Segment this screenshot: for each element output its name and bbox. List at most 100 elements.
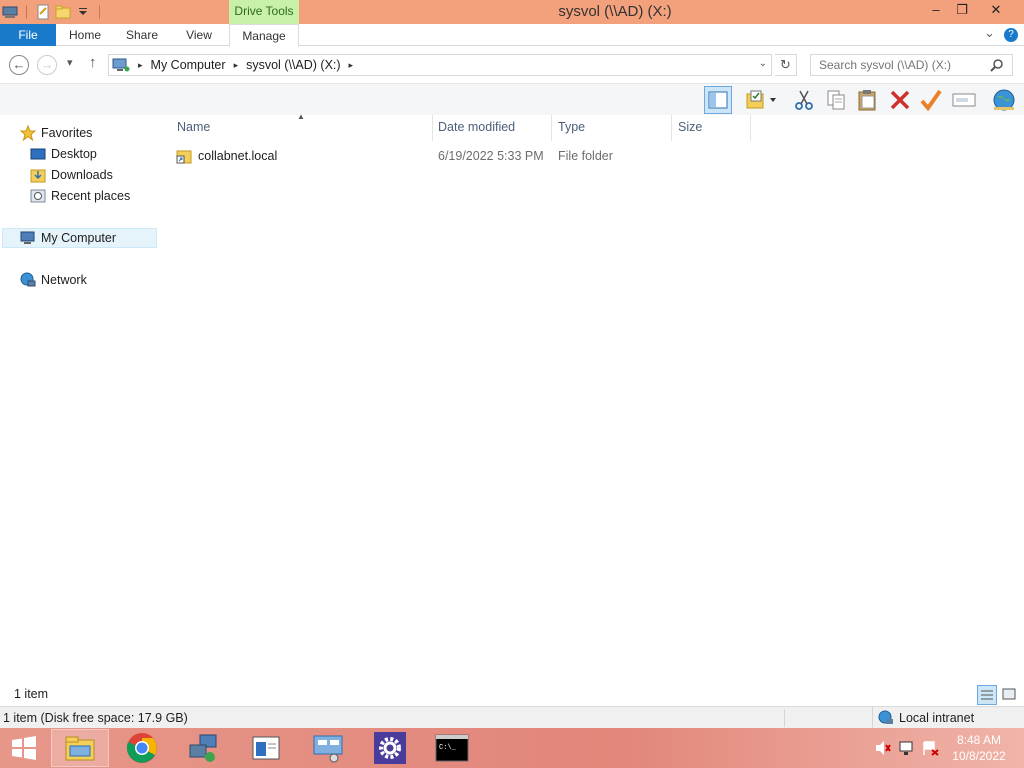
- quick-access-toolbar: [0, 2, 104, 22]
- back-button[interactable]: ←: [9, 55, 29, 75]
- column-divider[interactable]: [551, 115, 552, 141]
- tab-share[interactable]: Share: [118, 24, 166, 46]
- expand-ribbon-icon[interactable]: ⌄: [984, 25, 995, 41]
- delete-icon[interactable]: [886, 86, 914, 114]
- recent-places-icon: [30, 189, 46, 203]
- column-header-type[interactable]: Type: [558, 120, 585, 134]
- network-admin-icon[interactable]: [175, 729, 233, 767]
- search-input[interactable]: [810, 54, 1013, 76]
- properties-icon[interactable]: [35, 4, 51, 20]
- desktop-icon: [30, 148, 46, 160]
- nav-downloads-label: Downloads: [51, 168, 113, 182]
- large-icons-view-icon[interactable]: [1000, 685, 1020, 705]
- address-row: ← → ▾ ↑ ▸ My Computer ▸ sysvol (\\AD) (X…: [0, 47, 1024, 83]
- nav-network[interactable]: Network: [20, 270, 87, 290]
- breadcrumb-chevron-icon[interactable]: ▸: [138, 60, 143, 71]
- file-date-modified: 6/19/2022 5:33 PM: [438, 149, 544, 163]
- address-bar[interactable]: ▸ My Computer ▸ sysvol (\\AD) (X:) ▸ ⌄: [108, 54, 772, 76]
- column-divider[interactable]: [432, 115, 433, 141]
- breadcrumb-my-computer[interactable]: My Computer: [151, 58, 226, 72]
- downloads-folder-icon: [30, 169, 46, 183]
- copy-icon[interactable]: [822, 86, 850, 114]
- clock-time: 8:48 AM: [956, 733, 1002, 747]
- rename-icon[interactable]: [950, 86, 978, 114]
- item-count: 1 item: [14, 687, 49, 701]
- nav-network-label: Network: [41, 273, 87, 287]
- column-divider[interactable]: [671, 115, 672, 141]
- file-type: File folder: [558, 149, 613, 163]
- tab-manage[interactable]: Manage: [229, 24, 299, 47]
- computer-icon: [20, 231, 35, 244]
- column-divider[interactable]: [750, 115, 751, 141]
- up-button[interactable]: ↑: [89, 54, 97, 71]
- nav-recent-places[interactable]: Recent places: [30, 186, 130, 206]
- navigation-pane: Favorites Desktop Downloads Recent place…: [0, 115, 160, 680]
- security-zone: Local intranet: [872, 707, 974, 729]
- file-explorer-icon[interactable]: [51, 729, 109, 767]
- close-button[interactable]: ✕: [981, 0, 1011, 22]
- sort-ascending-icon: ▲: [297, 112, 305, 121]
- chrome-icon[interactable]: [113, 729, 171, 767]
- nav-favorites-label: Favorites: [41, 126, 93, 140]
- restore-button[interactable]: ❐: [947, 0, 977, 22]
- forward-button[interactable]: →: [37, 55, 57, 75]
- volume-muted-icon[interactable]: [874, 740, 892, 756]
- tab-home[interactable]: Home: [60, 24, 110, 46]
- paste-icon[interactable]: [854, 86, 882, 114]
- drive-tools-contextual-tab: Drive Tools: [229, 0, 299, 24]
- nav-my-computer[interactable]: My Computer: [2, 228, 157, 248]
- cut-icon[interactable]: [790, 86, 818, 114]
- details-status-bar: 1 item (Disk free space: 17.9 GB) Local …: [0, 706, 1024, 729]
- taskbar: C:\_ 8:48 AM 10/8/2022: [0, 728, 1024, 768]
- refresh-button[interactable]: ↻: [775, 54, 797, 76]
- ribbon-tab-bar: File Home Share View Manage ⌄ ?: [0, 24, 1024, 47]
- table-row[interactable]: collabnet.local 6/19/2022 5:33 PM File f…: [174, 145, 754, 167]
- remote-desktop-icon[interactable]: [299, 729, 357, 767]
- title-bar: Drive Tools sysvol (\\AD) (X:) – ❐ ✕: [0, 0, 1024, 24]
- address-dropdown-icon[interactable]: ⌄: [759, 58, 767, 69]
- clock-date: 10/8/2022: [952, 749, 1006, 763]
- folder-options-icon[interactable]: [742, 86, 782, 114]
- security-zone-label: Local intranet: [899, 711, 975, 725]
- new-folder-icon[interactable]: [55, 4, 71, 20]
- nav-favorites[interactable]: Favorites: [20, 123, 92, 143]
- network-icon: [20, 272, 36, 287]
- tab-view[interactable]: View: [178, 24, 220, 46]
- folder-shortcut-icon: [176, 150, 192, 164]
- command-prompt-icon[interactable]: C:\_: [423, 729, 481, 767]
- globe-icon[interactable]: [990, 86, 1018, 114]
- command-toolbar: [0, 83, 1024, 115]
- file-list: Name ▲ Date modified Type Size collabnet…: [160, 112, 1024, 680]
- settings-icon[interactable]: [361, 729, 419, 767]
- nav-downloads[interactable]: Downloads: [30, 165, 113, 185]
- network-status-icon[interactable]: [898, 740, 916, 756]
- breadcrumb-chevron-icon[interactable]: ▸: [234, 60, 239, 71]
- system-clock[interactable]: 8:48 AM 10/8/2022: [940, 732, 1018, 764]
- column-header-date-modified[interactable]: Date modified: [438, 120, 515, 134]
- tab-file[interactable]: File: [0, 24, 56, 46]
- nav-recent-places-label: Recent places: [51, 189, 131, 203]
- column-header-name[interactable]: Name: [177, 120, 210, 134]
- preview-pane-icon[interactable]: [704, 86, 732, 114]
- disk-free-space: 1 item (Disk free space: 17.9 GB): [3, 711, 188, 725]
- window-title: sysvol (\\AD) (X:): [558, 3, 672, 20]
- server-manager-icon[interactable]: [237, 729, 295, 767]
- nav-desktop-label: Desktop: [51, 147, 97, 161]
- action-center-icon[interactable]: [922, 740, 940, 756]
- nav-desktop[interactable]: Desktop: [30, 144, 97, 164]
- search-icon[interactable]: [990, 58, 1004, 72]
- customize-qat-icon[interactable]: [75, 4, 91, 20]
- column-header-size[interactable]: Size: [678, 120, 702, 134]
- details-view-icon[interactable]: [977, 685, 997, 705]
- breadcrumb-sysvol[interactable]: sysvol (\\AD) (X:): [246, 58, 340, 72]
- properties-check-icon[interactable]: [917, 86, 945, 114]
- star-icon: [20, 125, 36, 141]
- start-icon[interactable]: [0, 729, 48, 767]
- nav-my-computer-label: My Computer: [41, 231, 117, 245]
- intranet-globe-icon: [878, 710, 893, 724]
- svg-text:C:\_: C:\_: [439, 744, 457, 752]
- recent-locations-icon[interactable]: ▾: [67, 56, 73, 69]
- system-menu-icon[interactable]: [2, 4, 18, 20]
- help-icon[interactable]: ?: [1004, 28, 1018, 42]
- breadcrumb-chevron-icon[interactable]: ▸: [349, 60, 354, 71]
